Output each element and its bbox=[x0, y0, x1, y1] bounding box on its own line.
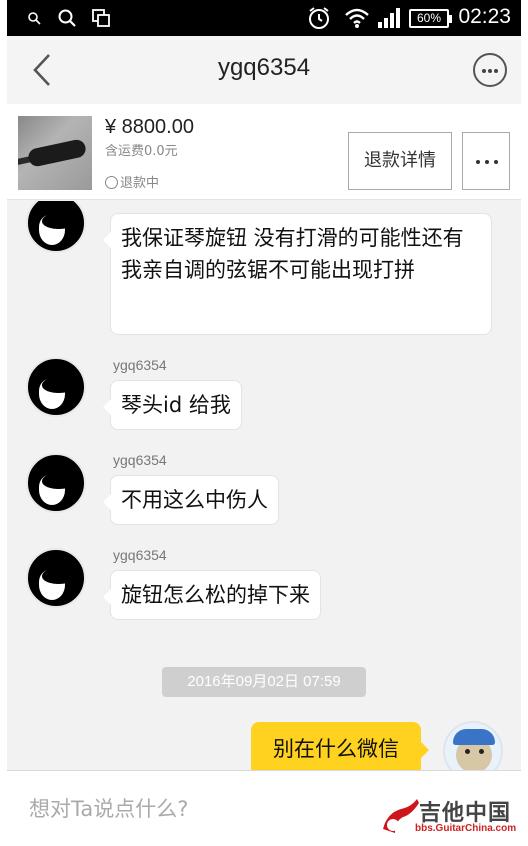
chevron-left-icon bbox=[33, 54, 50, 86]
timestamp-label: 2016年09月02日 07:59 bbox=[162, 667, 366, 697]
avatar-eye bbox=[465, 749, 470, 754]
avatar[interactable] bbox=[26, 453, 86, 513]
watermark-logo: 吉他中国 bbs.GuitarChina.com bbox=[377, 791, 521, 841]
page-title: ygq6354 bbox=[217, 54, 311, 81]
ellipsis-icon bbox=[476, 160, 480, 164]
message-bubble[interactable]: 不用这么中伤人 bbox=[103, 475, 279, 525]
more-options-button[interactable] bbox=[473, 53, 507, 87]
app-frame: 60% 02:23 ygq6354 ¥ 8800.00 含运费0.0元 退款中 … bbox=[7, 0, 521, 846]
avatar[interactable] bbox=[26, 548, 86, 608]
product-price: ¥ 8800.00 bbox=[105, 116, 194, 138]
refund-details-button[interactable]: 退款详情 bbox=[348, 132, 452, 190]
self-message-bubble[interactable]: 别在什么微信 bbox=[251, 722, 429, 770]
ellipsis-dot bbox=[494, 69, 498, 73]
search-icon bbox=[58, 9, 76, 27]
alarm-icon bbox=[309, 7, 329, 29]
watermark-subtitle: bbs.GuitarChina.com bbox=[415, 823, 517, 834]
wifi-icon bbox=[345, 8, 369, 28]
sender-name: ygq6354 bbox=[113, 452, 167, 468]
clock-icon bbox=[105, 176, 118, 189]
guitar-body bbox=[26, 138, 88, 168]
copy-icon bbox=[92, 9, 110, 27]
product-more-button[interactable] bbox=[462, 132, 510, 190]
chat-area[interactable]: 我保证琴旋钮 没有打滑的可能性还有我亲自调的弦锯不可能出现打拼 ygq6354 … bbox=[7, 201, 521, 770]
ellipsis-dot bbox=[488, 69, 492, 73]
back-button[interactable] bbox=[27, 52, 57, 88]
sender-name: ygq6354 bbox=[113, 547, 167, 563]
status-time: 02:23 bbox=[458, 5, 511, 28]
message-bubble[interactable]: 我保证琴旋钮 没有打滑的可能性还有我亲自调的弦锯不可能出现打拼 bbox=[103, 213, 492, 335]
message-bubble[interactable]: 琴头id 给我 bbox=[103, 380, 242, 430]
refund-status: 退款中 bbox=[105, 172, 159, 191]
avatar-eye bbox=[479, 749, 484, 754]
signal-icon bbox=[378, 8, 400, 28]
ellipsis-dot bbox=[485, 160, 489, 164]
search-icon bbox=[28, 12, 41, 25]
ellipsis-dot bbox=[494, 160, 498, 164]
product-bar: ¥ 8800.00 含运费0.0元 退款中 退款详情 bbox=[7, 104, 521, 200]
message-bubble[interactable]: 旋钮怎么松的掉下来 bbox=[103, 570, 321, 620]
input-bar: 吉他中国 bbs.GuitarChina.com bbox=[7, 770, 521, 846]
product-thumbnail[interactable] bbox=[18, 116, 92, 190]
message-input[interactable] bbox=[17, 771, 367, 846]
avatar-cap bbox=[453, 729, 495, 745]
battery-icon: 60% bbox=[409, 9, 452, 28]
sender-name: ygq6354 bbox=[113, 357, 167, 373]
avatar[interactable] bbox=[26, 357, 86, 417]
refund-status-text: 退款中 bbox=[120, 176, 160, 191]
avatar[interactable] bbox=[26, 201, 86, 253]
status-bar: 60% 02:23 bbox=[7, 0, 521, 36]
chat-header: ygq6354 bbox=[7, 36, 521, 104]
shipping-note: 含运费0.0元 bbox=[105, 144, 178, 159]
self-avatar[interactable] bbox=[443, 721, 503, 770]
ellipsis-circle-icon bbox=[482, 69, 486, 73]
